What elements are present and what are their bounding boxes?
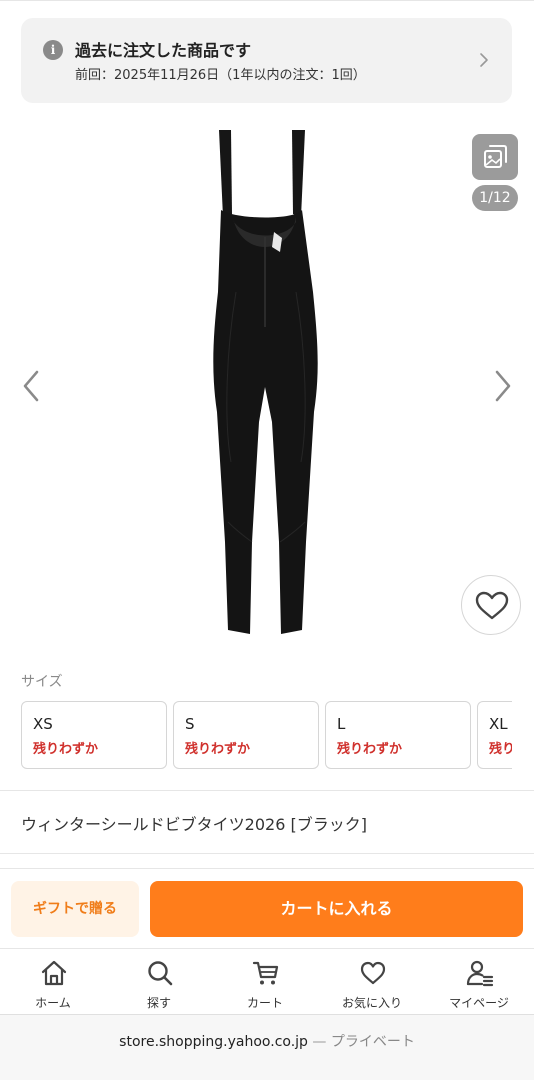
heart-icon: [475, 591, 509, 620]
image-counter: 1/12: [472, 185, 518, 211]
tab-label: ホーム: [35, 996, 71, 1010]
tab-home[interactable]: ホーム: [0, 949, 106, 1015]
product-gallery[interactable]: 1/12: [0, 112, 534, 657]
image-gallery-button[interactable]: [472, 134, 518, 180]
cart-icon: [252, 961, 279, 985]
size-label: サイズ: [21, 674, 63, 690]
url-separator: —: [312, 1034, 327, 1050]
size-option-l[interactable]: L 残りわずか: [325, 701, 471, 769]
size-option-xl[interactable]: XL 残りわずか: [477, 701, 512, 769]
size-name: XS: [33, 715, 53, 733]
size-name: XL: [489, 715, 508, 733]
chevron-right-icon: [480, 53, 488, 67]
divider: [0, 790, 534, 791]
image-gallery-icon: [484, 145, 507, 168]
stock-status: 残りわずか: [33, 742, 99, 757]
tab-label: カート: [246, 996, 283, 1010]
search-icon: [148, 961, 173, 986]
chevron-left-icon[interactable]: [20, 368, 42, 404]
url-text: store.shopping.yahoo.co.jp — プライベート: [0, 1031, 534, 1051]
product-title: ウィンターシールドビブタイツ2026 [ブラック]: [21, 815, 367, 834]
notice-title: 過去に注文した商品です: [75, 41, 252, 60]
add-to-cart-button[interactable]: カートに入れる: [150, 881, 523, 937]
tab-label: お気に入り: [341, 996, 402, 1010]
gift-button[interactable]: ギフトで贈る: [11, 881, 139, 937]
tab-label: マイページ: [449, 996, 509, 1010]
past-order-notice[interactable]: i 過去に注文した商品です 前回：2025年11月26日（1年以内の注文：1回）: [21, 18, 512, 103]
tab-label: 探す: [146, 996, 171, 1010]
tab-cart[interactable]: カート: [212, 949, 318, 1015]
tab-favorites[interactable]: お気に入り: [319, 949, 425, 1015]
size-name: L: [337, 715, 346, 733]
tab-search[interactable]: 探す: [106, 949, 212, 1015]
size-option-xs[interactable]: XS 残りわずか: [21, 701, 167, 769]
favorite-button[interactable]: [461, 575, 521, 635]
stock-status: 残りわずか: [337, 742, 403, 757]
size-selector: XS 残りわずか S 残りわずか L 残りわずか XL 残りわずか: [21, 701, 512, 769]
notice-subtitle: 前回：2025年11月26日（1年以内の注文：1回）: [75, 68, 366, 83]
chevron-right-icon[interactable]: [492, 368, 514, 404]
browser-url-bar[interactable]: store.shopping.yahoo.co.jp — プライベート: [0, 1014, 534, 1080]
tab-mypage[interactable]: マイページ: [426, 949, 532, 1015]
size-name: S: [185, 715, 195, 733]
size-option-s[interactable]: S 残りわずか: [173, 701, 319, 769]
heart-icon: [360, 961, 386, 985]
stock-status: 残りわずか: [185, 742, 251, 757]
bottom-tab-bar: ホーム 探す カート お気に入り マイページ: [0, 948, 534, 1014]
info-icon: i: [43, 40, 63, 60]
top-divider: [0, 0, 534, 1]
user-icon: [466, 960, 494, 987]
product-image: [213, 130, 318, 634]
purchase-action-bar: ギフトで贈る カートに入れる: [0, 868, 534, 948]
divider: [0, 853, 534, 854]
url-domain: store.shopping.yahoo.co.jp: [119, 1034, 308, 1050]
stock-status: 残りわずか: [489, 742, 512, 757]
private-mode-label: プライベート: [330, 1034, 415, 1050]
home-icon: [41, 960, 67, 986]
